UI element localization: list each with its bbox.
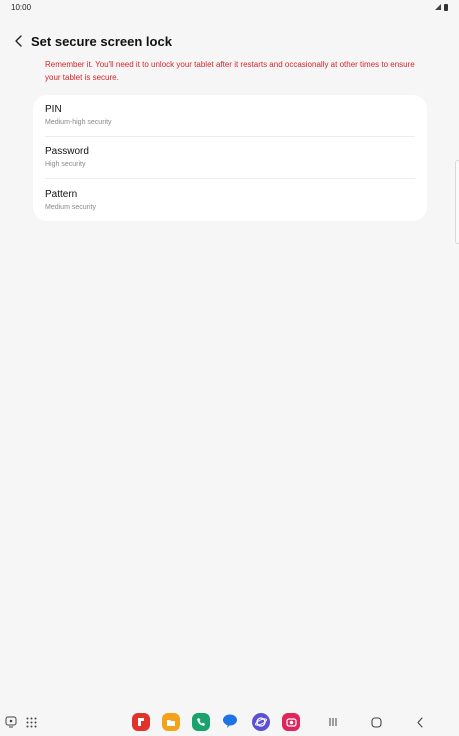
files-icon: [162, 713, 180, 731]
signal-icon: [435, 4, 441, 10]
option-title: Pattern: [45, 188, 78, 200]
status-icons: [435, 3, 448, 11]
camera-icon: [282, 713, 300, 731]
battery-icon: [444, 3, 448, 11]
flipboard-app[interactable]: [132, 713, 150, 731]
back-icon: [417, 716, 423, 728]
apps-drawer-button[interactable]: [24, 713, 38, 731]
camera-app[interactable]: [282, 713, 300, 731]
taskbar-recent-apps-button[interactable]: [4, 713, 18, 731]
flipboard-icon: [132, 713, 150, 731]
messages-icon: [223, 714, 237, 728]
home-icon: [370, 716, 382, 728]
option-password[interactable]: Password High security: [45, 137, 415, 179]
taskbar: [0, 708, 459, 736]
option-subtitle: High security: [45, 161, 86, 168]
page-title: Set secure screen lock: [31, 33, 172, 49]
edge-panel-icon: [5, 716, 17, 728]
internet-app[interactable]: [252, 713, 270, 731]
option-title: PIN: [45, 104, 62, 115]
recents-button[interactable]: [323, 713, 343, 731]
edge-panel-handle[interactable]: [455, 160, 459, 244]
messages-app[interactable]: [222, 713, 238, 729]
option-title: Password: [45, 146, 89, 157]
option-pin[interactable]: PIN Medium-high security: [45, 95, 415, 137]
back-button[interactable]: [7, 30, 31, 52]
recents-icon: [329, 718, 337, 726]
status-bar: 10:00: [0, 0, 459, 14]
warning-text: Remember it. You'll need it to unlock yo…: [45, 60, 415, 82]
phone-icon: [192, 713, 210, 731]
chevron-left-icon: [15, 35, 22, 47]
home-button[interactable]: [366, 713, 386, 731]
lock-options-card: PIN Medium-high security Password High s…: [33, 95, 427, 221]
nav-back-button[interactable]: [410, 713, 430, 731]
internet-icon: [252, 713, 270, 731]
app-header: Set secure screen lock: [0, 30, 459, 52]
option-subtitle: Medium security: [45, 203, 96, 211]
phone-app[interactable]: [192, 713, 210, 731]
option-subtitle: Medium-high security: [45, 119, 112, 126]
files-app[interactable]: [162, 713, 180, 731]
status-time: 10:00: [11, 2, 32, 12]
option-pattern[interactable]: Pattern Medium security: [45, 179, 415, 221]
grid-icon: [26, 717, 36, 727]
